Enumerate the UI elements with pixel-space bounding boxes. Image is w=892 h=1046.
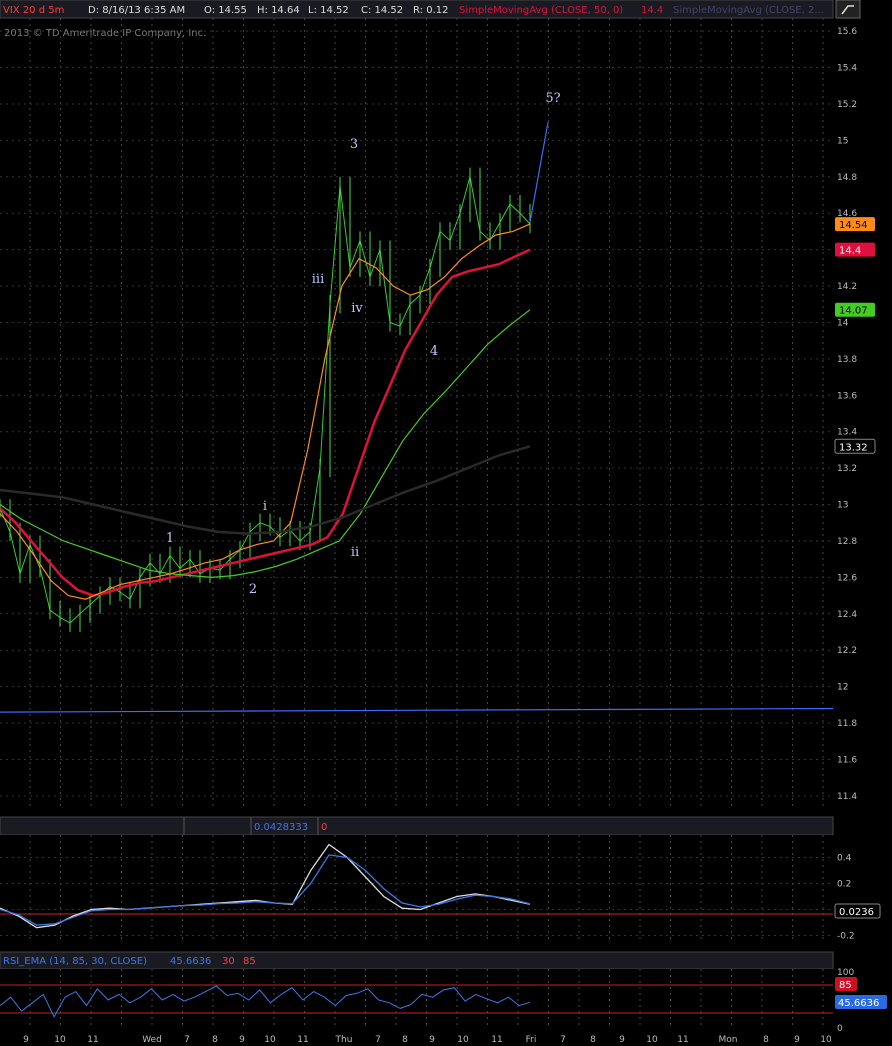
rsi-upper: 30 <box>222 956 235 967</box>
price-badge-text: 13.32 <box>839 442 868 453</box>
x-tick-label: 10 <box>646 1035 658 1045</box>
header-study2[interactable]: SimpleMovingAvg (CLOSE, 2... <box>673 5 824 16</box>
osc-header <box>0 816 834 836</box>
x-tick-label: 8 <box>763 1035 769 1045</box>
wave-label: ii <box>351 545 359 560</box>
header-symbol[interactable]: VIX 20 d 5m <box>3 5 64 16</box>
x-tick-label: Mon <box>719 1035 738 1045</box>
y-tick-label: 15.2 <box>837 100 857 110</box>
y-tick-label: 12 <box>837 683 848 693</box>
x-tick-label: 9 <box>23 1035 29 1045</box>
y-tick-label: 14.8 <box>837 173 857 183</box>
header-low: L: 14.52 <box>308 5 349 16</box>
rsi-upper-badge-text: 85 <box>839 980 852 991</box>
wave-label: 1 <box>166 531 174 546</box>
x-tick-label: 8 <box>402 1035 408 1045</box>
y-tick-label: 12.8 <box>837 537 857 547</box>
rsi-tick-label: 100 <box>837 968 854 978</box>
wave-label: 4 <box>430 344 438 359</box>
osc-tick-label: -0.2 <box>837 932 855 942</box>
header-study1-value: 14.4 <box>641 5 663 16</box>
price-badge-text: 14.54 <box>839 220 868 231</box>
header-open: O: 14.55 <box>204 5 247 16</box>
y-tick-label: 15.6 <box>837 27 857 37</box>
x-tick-label: 10 <box>457 1035 469 1045</box>
y-tick-label: 13 <box>837 501 848 511</box>
draw-tool-button[interactable] <box>835 0 861 19</box>
price-badge-text: 14.07 <box>839 306 868 317</box>
x-tick-label: 9 <box>619 1035 625 1045</box>
x-tick-label: Thu <box>335 1035 353 1045</box>
header-high: H: 14.64 <box>257 5 300 16</box>
osc-badge-text: 0.0236 <box>839 907 874 918</box>
x-tick-label: 11 <box>677 1035 688 1045</box>
x-tick-label: 8 <box>212 1035 218 1045</box>
y-tick-label: 14 <box>837 318 849 328</box>
y-tick-label: 12.2 <box>837 646 857 656</box>
rsi-value: 45.6636 <box>170 956 211 967</box>
x-tick-label: 7 <box>375 1035 381 1045</box>
y-tick-label: 13.2 <box>837 464 857 474</box>
y-tick-label: 12.6 <box>837 573 857 583</box>
x-tick-label: 10 <box>264 1035 276 1045</box>
x-tick-label: Fri <box>526 1035 537 1045</box>
y-tick-label: 11.6 <box>837 755 857 765</box>
wave-label: i <box>263 499 267 514</box>
header-range: R: 0.12 <box>413 5 448 16</box>
x-tick-label: 7 <box>184 1035 190 1045</box>
header-date: D: 8/16/13 6:35 AM <box>88 5 185 16</box>
rsi-tick-label: 0 <box>837 1024 843 1034</box>
osc-value: 0.0428333 <box>254 822 308 833</box>
x-tick-label: 11 <box>491 1035 502 1045</box>
x-tick-label: 11 <box>297 1035 308 1045</box>
rsi-value-badge-text: 45.6636 <box>838 998 879 1009</box>
wave-label: iii <box>312 272 324 287</box>
y-tick-label: 13.6 <box>837 391 857 401</box>
price-badge-text: 14.4 <box>839 246 861 257</box>
y-tick-label: 15.4 <box>837 64 857 74</box>
x-tick-label: 9 <box>794 1035 800 1045</box>
wave-label: 3 <box>350 137 358 152</box>
x-tick-label: 10 <box>820 1035 832 1045</box>
copyright: 2013 © TD Ameritrade IP Company, Inc. <box>4 28 206 39</box>
rsi-title[interactable]: RSI_EMA (14, 85, 30, CLOSE) <box>3 956 147 967</box>
y-tick-label: 14.2 <box>837 282 857 292</box>
x-tick-label: 8 <box>590 1035 596 1045</box>
osc-tick-label: 0.2 <box>837 880 851 890</box>
osc-panel <box>0 835 833 943</box>
x-tick-label: 9 <box>239 1035 245 1045</box>
y-tick-label: 13.8 <box>837 355 857 365</box>
y-tick-label: 12.4 <box>837 610 857 620</box>
x-tick-label: 7 <box>560 1035 566 1045</box>
osc-zero: 0 <box>321 822 327 833</box>
wave-label: 5? <box>545 91 560 106</box>
x-tick-label: 11 <box>87 1035 98 1045</box>
price-badges: 14.54 14.4 14.07 13.32 <box>834 217 876 454</box>
time-axis: 9 10 11 Wed 7 8 9 10 11 Thu 7 8 9 10 11 Fri 7 8 9 10 11 Mon 8 9… <box>23 1035 832 1045</box>
x-tick-label: 10 <box>54 1035 66 1045</box>
price-axis: 15.615.415.21514.814.614.414.21413.813.6… <box>837 27 857 802</box>
header-study1[interactable]: SimpleMovingAvg (CLOSE, 50, 0) <box>459 5 623 16</box>
osc-tick-label: 0.4 <box>837 854 852 864</box>
x-tick-label: Wed <box>142 1035 162 1045</box>
wave-label: iv <box>351 301 363 316</box>
chart-canvas[interactable]: 15.615.415.21514.814.614.414.21413.813.6… <box>0 0 892 1046</box>
wave-label: 2 <box>249 582 257 597</box>
y-tick-label: 11.8 <box>837 719 857 729</box>
header-close: C: 14.52 <box>361 5 403 16</box>
x-tick-label: 9 <box>429 1035 435 1045</box>
rsi-lower: 85 <box>243 956 256 967</box>
y-tick-label: 13.4 <box>837 428 857 438</box>
y-tick-label: 15 <box>837 136 848 146</box>
y-tick-label: 11.4 <box>837 792 857 802</box>
osc-axis: 0.40.20-0.2 <box>837 854 855 942</box>
